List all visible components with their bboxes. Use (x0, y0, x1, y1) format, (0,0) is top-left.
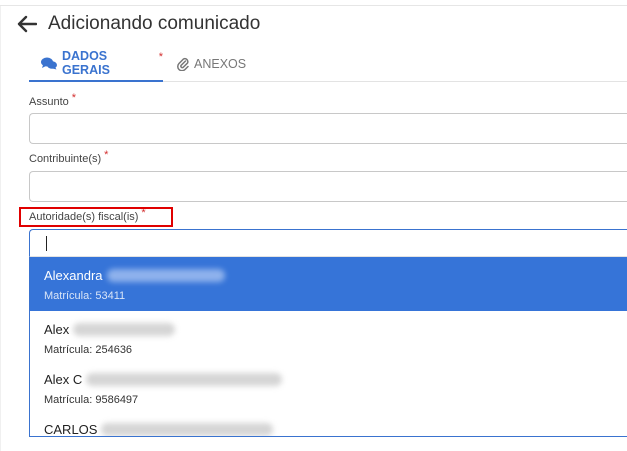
required-mark: * (71, 92, 77, 104)
comments-icon (41, 57, 57, 70)
required-mark: * (158, 51, 163, 63)
redacted-surname (101, 423, 274, 436)
option-name: Alex C (44, 372, 83, 387)
redacted-surname (86, 373, 283, 386)
paperclip-icon (177, 57, 189, 71)
contribuintes-label-text: Contribuinte(s) (29, 153, 102, 165)
dropdown-option[interactable]: Alex Matrícula: 254636 (30, 311, 627, 365)
assunto-input[interactable] (29, 113, 627, 144)
option-matricula: Matrícula: 9586497 (44, 394, 139, 406)
autoridades-dropdown[interactable]: Alexandra Matrícula: 53411 Alex Matrícul… (29, 257, 627, 437)
arrow-left-icon (17, 15, 37, 33)
option-name: Alex (44, 322, 70, 337)
left-rule (0, 6, 1, 451)
tab-anexos[interactable]: ANEXOS (177, 46, 246, 82)
contribuintes-input[interactable] (29, 171, 627, 202)
option-name-row: Alex (44, 322, 176, 337)
tab-dados-gerais[interactable]: DADOS GERAIS * (29, 46, 163, 82)
annotation-highlight-box (19, 207, 173, 227)
dropdown-option[interactable]: CARLOS (30, 411, 627, 437)
top-strip (0, 0, 627, 6)
redacted-surname (106, 269, 225, 282)
option-matricula: Matrícula: 254636 (44, 344, 133, 356)
dropdown-option[interactable]: Alex C Matrícula: 9586497 (30, 361, 627, 415)
option-name: Alexandra (44, 268, 103, 283)
page-title: Adicionando comunicado (48, 13, 261, 34)
option-name-row: Alex C (44, 372, 283, 387)
assunto-label-text: Assunto (29, 96, 69, 108)
option-name-row: Alexandra (44, 268, 225, 283)
back-button[interactable] (14, 11, 40, 37)
required-mark: * (104, 149, 109, 161)
autoridades-input[interactable] (29, 229, 627, 257)
page-header: Adicionando comunicado (14, 10, 260, 38)
tab-bar: DADOS GERAIS * ANEXOS (29, 46, 627, 82)
contribuintes-label: Contribuinte(s) * (29, 149, 108, 165)
option-name-row: CARLOS (44, 422, 274, 437)
tab-label: DADOS GERAIS (62, 49, 110, 77)
tab-label: ANEXOS (194, 57, 247, 71)
option-matricula: Matrícula: 53411 (44, 290, 126, 302)
dropdown-option[interactable]: Alexandra Matrícula: 53411 (30, 257, 627, 311)
redacted-surname (73, 323, 176, 336)
text-caret (46, 236, 47, 251)
assunto-label: Assunto * (29, 92, 76, 108)
option-name: CARLOS (44, 422, 98, 437)
